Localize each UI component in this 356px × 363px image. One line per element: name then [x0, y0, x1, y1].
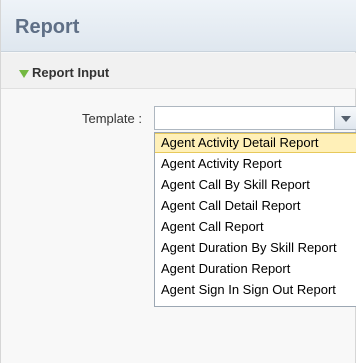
dropdown-option-label: Agent Call By Skill Report: [161, 177, 310, 192]
dropdown-option-agent-activity-report[interactable]: Agent Activity Report: [155, 154, 356, 174]
page-title: Report: [15, 16, 80, 38]
dropdown-option-label: Agent Activity Detail Report: [161, 135, 319, 150]
chevron-down-icon: [341, 116, 351, 122]
dropdown-option-agent-sign-in-sign-out-report[interactable]: Agent Sign In Sign Out Report: [155, 280, 356, 300]
dropdown-option-agent-call-report[interactable]: Agent Call Report: [155, 217, 356, 237]
report-panel: Report Report Input Template : Agent Act…: [0, 0, 356, 363]
report-header: Report: [1, 0, 356, 52]
dropdown-option-label: Agent Sign In Sign Out Report: [161, 282, 336, 297]
template-dropdown-list[interactable]: Agent Activity Detail Report Agent Activ…: [154, 132, 356, 307]
template-select[interactable]: [154, 106, 356, 130]
triangle-down-icon[interactable]: [19, 70, 29, 78]
dropdown-option-agent-duration-by-skill-report[interactable]: Agent Duration By Skill Report: [155, 238, 356, 258]
dropdown-option-agent-call-by-skill-report[interactable]: Agent Call By Skill Report: [155, 175, 356, 195]
dropdown-option-agent-activity-detail-report[interactable]: Agent Activity Detail Report: [155, 133, 356, 153]
dropdown-option-label: Agent Call Detail Report: [161, 198, 301, 213]
dropdown-option-label: Agent Activity Report: [161, 156, 282, 171]
template-label: Template :: [82, 111, 142, 126]
dropdown-option-label: Agent Call Report: [161, 219, 264, 234]
dropdown-option-label: Agent Duration Report: [161, 261, 291, 276]
section-title[interactable]: Report Input: [32, 65, 109, 80]
dropdown-button[interactable]: [334, 107, 356, 129]
dropdown-option-agent-call-detail-report[interactable]: Agent Call Detail Report: [155, 196, 356, 216]
dropdown-option-label: Agent Duration By Skill Report: [161, 240, 337, 255]
dropdown-option-agent-duration-report[interactable]: Agent Duration Report: [155, 259, 356, 279]
